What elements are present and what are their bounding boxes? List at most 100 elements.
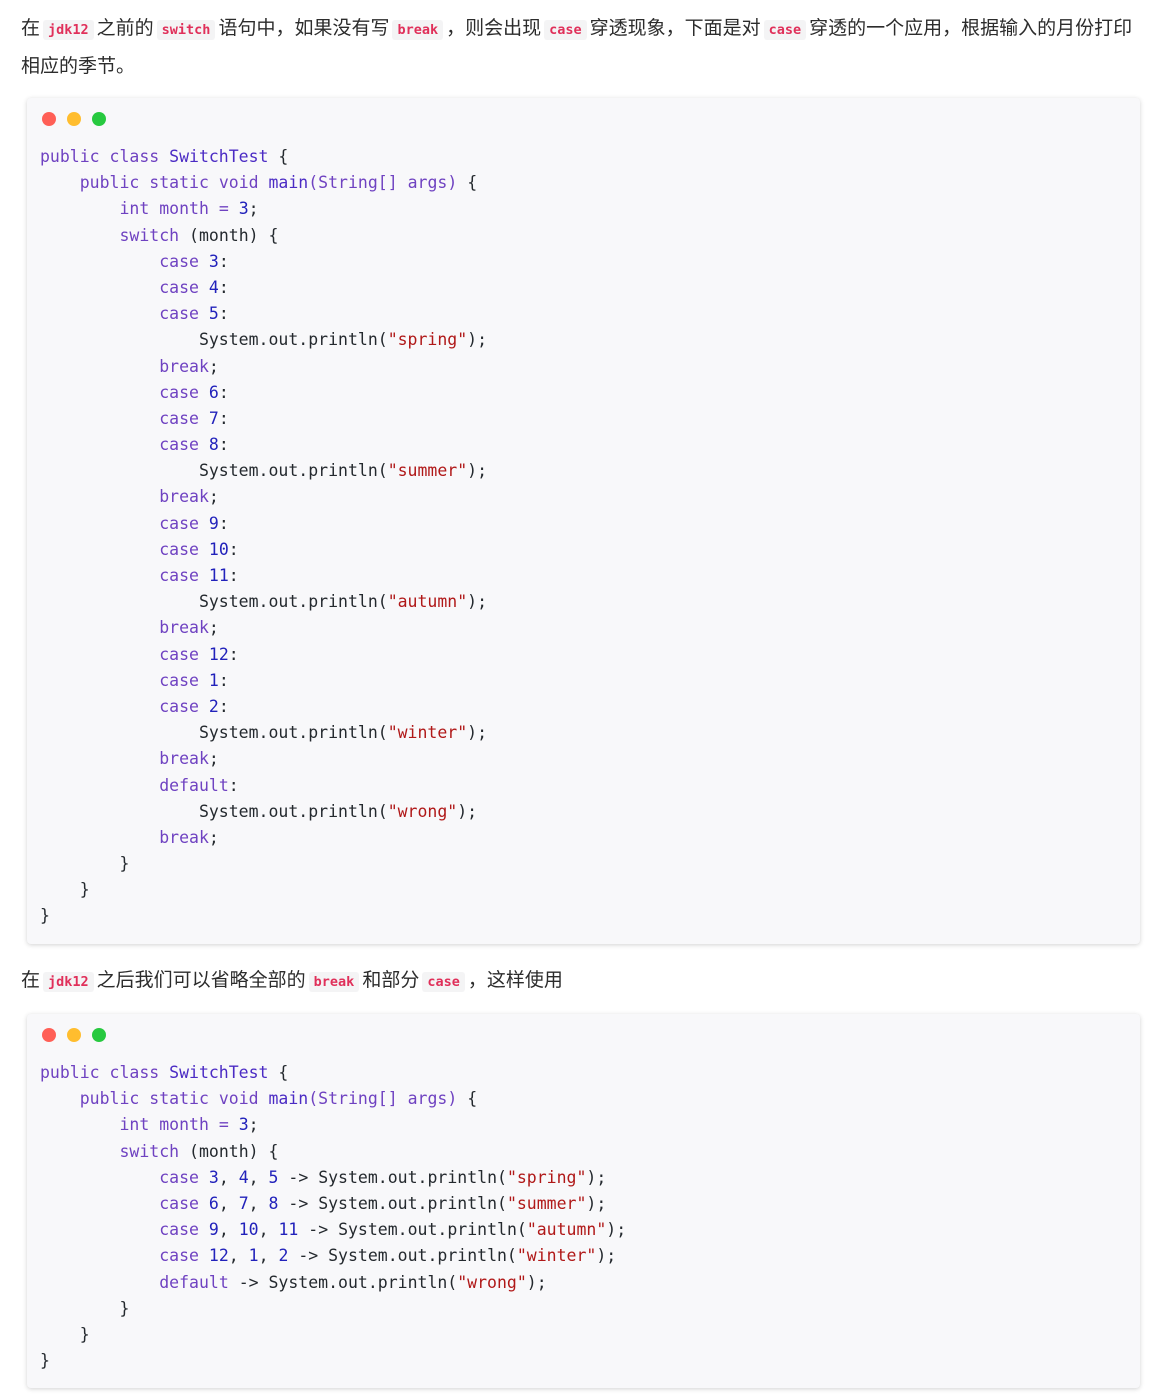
code-token: "winter" [387,723,468,743]
code-line: case 11: [40,563,487,589]
code-token: 5 [268,1167,279,1187]
inline-code-break: break [308,972,360,992]
green-dot-icon [92,112,106,126]
code-token: case [159,644,209,664]
para2-text-4: ，这样使用 [467,969,563,991]
code-token: (month) { [189,225,279,245]
code-token: 12 [208,644,229,664]
code-token: : [228,775,239,795]
code-token: { [268,147,289,166]
code-token: System.out.println( [40,461,388,481]
code-token: break [159,487,209,507]
code-token: -> System.out.println( [278,1193,507,1213]
code-token: case [159,382,209,402]
code-token: case [159,1167,209,1187]
code-line: System.out.println("winter"); [40,720,487,746]
code-token: SwitchTest [169,1063,269,1082]
red-dot-icon [42,112,56,126]
code-token: 2 [278,1246,289,1266]
code-line: case 3, 4, 5 -> System.out.println("spri… [40,1165,626,1191]
code-line: case 8: [40,432,487,458]
code-line: break; [40,746,487,772]
code-line: public class SwitchTest { [40,144,487,170]
code-token: } [40,1298,130,1318]
inline-code-switch: switch [156,20,216,40]
code-token: ; [208,487,219,507]
code-line: case 12, 1, 2 -> System.out.println("win… [40,1243,626,1269]
code-token: 9 [208,513,219,533]
code-token: { [268,1063,289,1082]
code-token: public static void [79,173,269,193]
code-token: { [467,173,478,193]
code-token: "wrong" [457,1272,527,1292]
code-block-new-switch[interactable]: public class SwitchTest { public static … [27,1014,1140,1388]
code-line: } [40,903,487,929]
code-token: 11 [208,566,229,585]
code-token: "winter" [516,1246,597,1266]
code-token: ); [467,723,488,743]
code-token: : [218,670,229,690]
code-token: int month = [119,1115,239,1135]
code-token: 5 [208,304,219,324]
code-token: case [159,435,209,455]
code-token: main [268,1089,309,1109]
code-token: System.out.println( [40,723,388,743]
para1-text-4: ，则会出现 [446,17,542,39]
code-token: case [159,670,209,690]
intro-paragraph: 在 jdk12 之前的 switch 语句中，如果没有写 break ，则会出现 case 穿透… [21,10,1141,84]
code-line: case 1: [40,668,487,694]
second-paragraph: 在 jdk12 之后我们可以省略全部的 break 和部分 case ，这样使用 [21,962,1141,1000]
code-token: "autumn" [526,1220,607,1240]
code-token: 7 [238,1193,249,1213]
code-content[interactable]: public class SwitchTest { public static … [40,1060,626,1374]
code-token: ); [586,1167,607,1187]
inline-code-break: break [392,20,444,40]
code-line: case 6: [40,380,487,406]
code-token: case [159,513,209,533]
code-line: break; [40,484,487,510]
code-token: break [159,618,209,638]
code-token: default [159,775,229,795]
code-line: case 9, 10, 11 -> System.out.println("au… [40,1217,626,1243]
code-content[interactable]: public class SwitchTest { public static … [40,144,487,930]
code-token: main [268,173,309,193]
para1-text-2: 之前的 [96,17,154,39]
code-line: case 9: [40,511,487,537]
code-token: { [467,1089,478,1109]
para1-text-3: 语句中，如果没有写 [218,17,390,39]
code-block-old-switch[interactable]: public class SwitchTest { public static … [27,98,1140,944]
code-line: public static void main(String[] args) { [40,170,487,196]
code-token: public class [40,1063,170,1082]
code-token: 8 [268,1193,279,1213]
code-line: System.out.println("spring"); [40,327,487,353]
code-token: , [228,1246,249,1266]
code-token: ); [596,1246,617,1266]
code-token: (month) { [189,1141,279,1161]
code-token: ); [467,461,488,481]
para1-text-5: 穿透现象，下面是对 [589,17,761,39]
code-line: switch (month) { [40,1139,626,1165]
code-token: } [40,906,50,926]
code-token: "wrong" [387,801,458,821]
inline-code-case: case [544,20,587,40]
code-line: public static void main(String[] args) { [40,1086,626,1112]
code-token: ); [606,1220,627,1240]
code-token: : [218,696,229,716]
